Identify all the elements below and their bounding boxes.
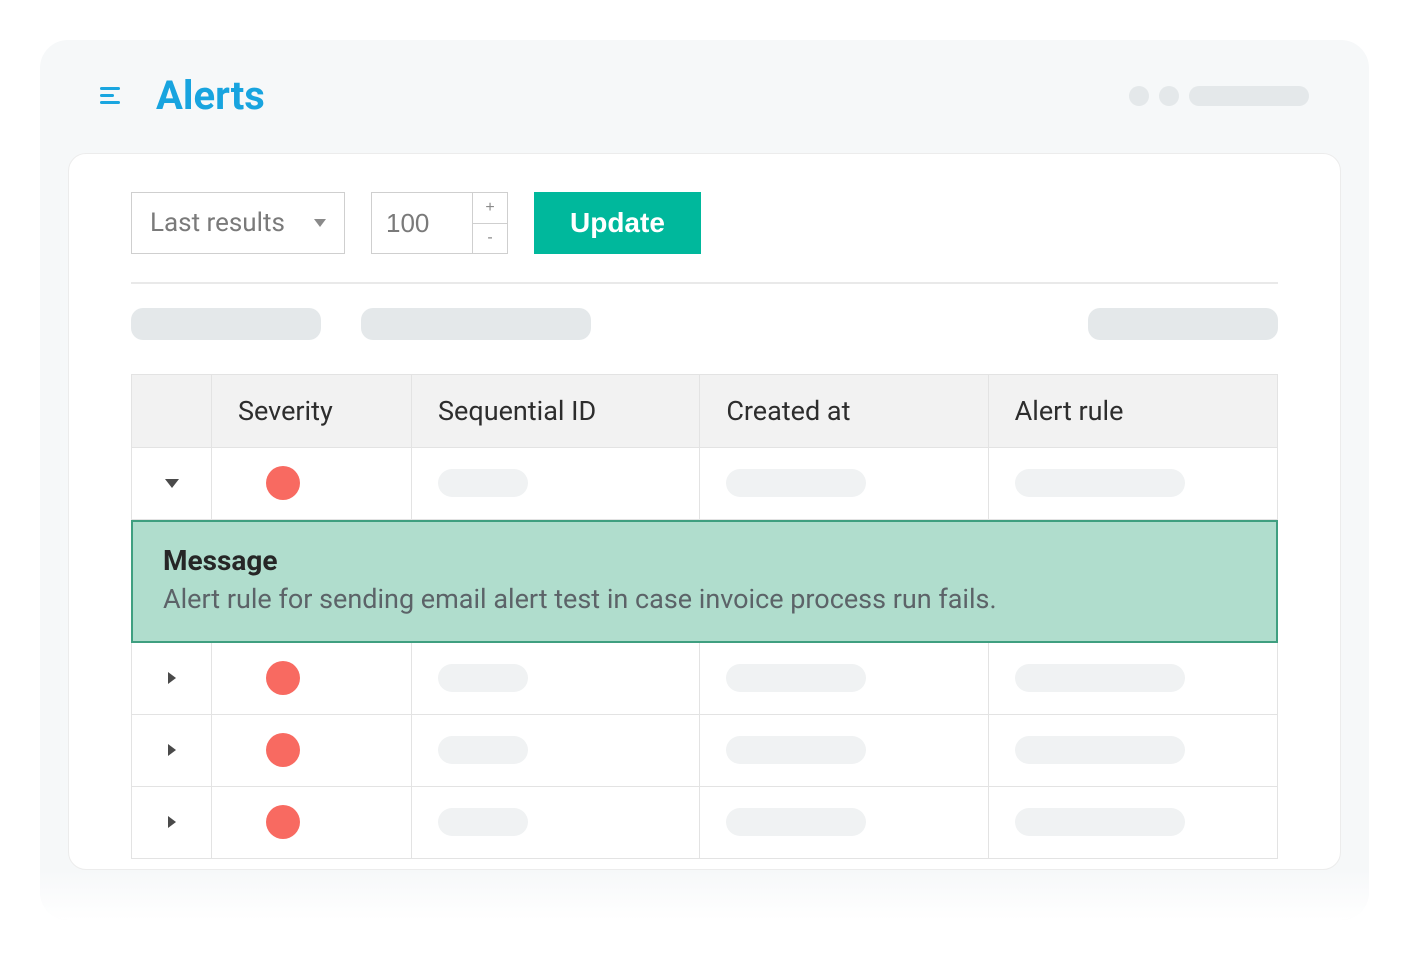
sequential-id-cell bbox=[412, 448, 700, 520]
sequential-id-cell bbox=[412, 643, 700, 715]
sequential-id-cell bbox=[412, 715, 700, 787]
table-row bbox=[132, 643, 1277, 715]
severity-cell bbox=[212, 643, 412, 715]
severity-indicator-icon bbox=[266, 733, 300, 767]
alert-rule-cell bbox=[989, 643, 1277, 715]
titlebar-actions bbox=[1129, 86, 1309, 106]
table-header-sequential-id[interactable]: Sequential ID bbox=[412, 375, 700, 448]
severity-cell bbox=[212, 448, 412, 520]
table-header-expand bbox=[132, 375, 212, 448]
table-header-row: Severity Sequential ID Created at Alert … bbox=[132, 375, 1277, 448]
titlebar-action-placeholder bbox=[1189, 86, 1309, 106]
update-button[interactable]: Update bbox=[534, 192, 701, 254]
severity-indicator-icon bbox=[266, 466, 300, 500]
filter-placeholder bbox=[361, 308, 591, 340]
expand-toggle[interactable] bbox=[132, 448, 212, 520]
severity-cell bbox=[212, 715, 412, 787]
message-label: Message bbox=[163, 544, 1246, 577]
titlebar-action-placeholder bbox=[1129, 86, 1149, 106]
table-row bbox=[132, 715, 1277, 787]
chevron-down-icon bbox=[314, 219, 326, 227]
secondary-filter-row bbox=[69, 284, 1340, 374]
table-header-alert-rule[interactable]: Alert rule bbox=[989, 375, 1277, 448]
chevron-down-icon bbox=[165, 479, 179, 488]
severity-indicator-icon bbox=[266, 661, 300, 695]
severity-indicator-icon bbox=[266, 805, 300, 839]
content-card: Last results + - Update Severity Seq bbox=[68, 153, 1341, 870]
table-header-severity[interactable]: Severity bbox=[212, 375, 412, 448]
row-message-panel: Message Alert rule for sending email ale… bbox=[131, 520, 1278, 643]
stepper-down-button[interactable]: - bbox=[473, 224, 507, 254]
filter-toolbar: Last results + - Update bbox=[69, 192, 1340, 282]
table-header-created-at[interactable]: Created at bbox=[700, 375, 988, 448]
chevron-right-icon bbox=[168, 816, 176, 828]
filter-placeholder bbox=[131, 308, 321, 340]
alert-rule-cell bbox=[989, 715, 1277, 787]
results-filter-label: Last results bbox=[150, 208, 285, 238]
created-at-cell bbox=[700, 715, 988, 787]
expand-toggle[interactable] bbox=[132, 787, 212, 859]
filter-placeholder bbox=[1088, 308, 1278, 340]
page-title: Alerts bbox=[156, 72, 265, 119]
message-body: Alert rule for sending email alert test … bbox=[163, 583, 1246, 615]
severity-cell bbox=[212, 787, 412, 859]
expand-toggle[interactable] bbox=[132, 715, 212, 787]
created-at-cell bbox=[700, 787, 988, 859]
app-window: Alerts Last results + - Update bbox=[40, 40, 1369, 920]
titlebar: Alerts bbox=[40, 40, 1369, 137]
alert-rule-cell bbox=[989, 448, 1277, 520]
expand-toggle[interactable] bbox=[132, 643, 212, 715]
alerts-table: Severity Sequential ID Created at Alert … bbox=[131, 374, 1278, 859]
results-filter-select[interactable]: Last results bbox=[131, 192, 345, 254]
created-at-cell bbox=[700, 448, 988, 520]
results-count-input[interactable] bbox=[372, 193, 472, 253]
stepper-up-button[interactable]: + bbox=[473, 193, 507, 224]
results-count-stepper: + - bbox=[371, 192, 508, 254]
chevron-right-icon bbox=[168, 744, 176, 756]
table-row bbox=[132, 787, 1277, 859]
created-at-cell bbox=[700, 643, 988, 715]
titlebar-action-placeholder bbox=[1159, 86, 1179, 106]
alert-rule-cell bbox=[989, 787, 1277, 859]
chevron-right-icon bbox=[168, 672, 176, 684]
table-row bbox=[132, 448, 1277, 520]
menu-icon[interactable] bbox=[100, 87, 120, 104]
sequential-id-cell bbox=[412, 787, 700, 859]
